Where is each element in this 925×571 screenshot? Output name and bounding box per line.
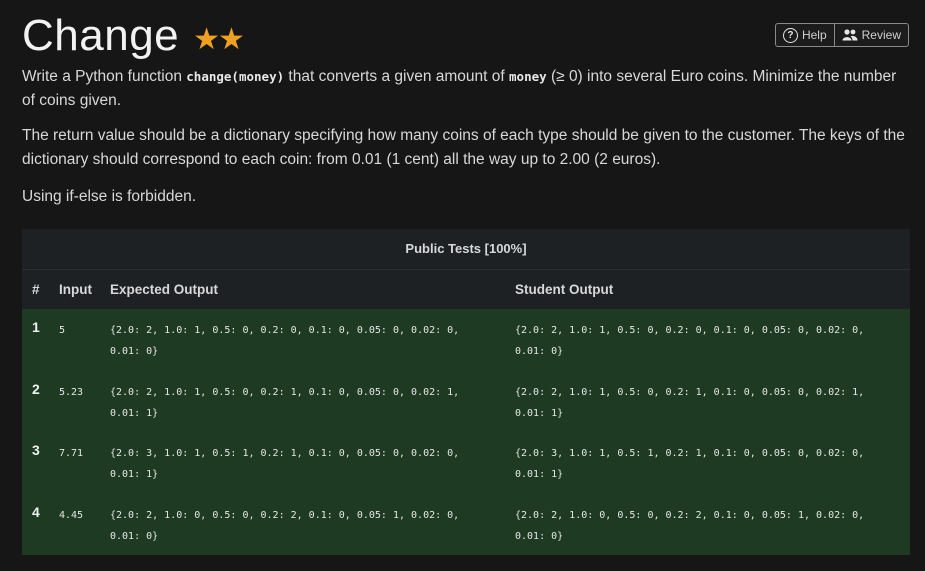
review-label: Review bbox=[861, 28, 901, 42]
table-row: 2 5.23 {2.0: 2, 1.0: 1, 0.5: 0, 0.2: 1, … bbox=[22, 371, 910, 433]
description-text: Write a Python function bbox=[22, 68, 187, 85]
public-tests-panel: Public Tests [100%] # Input Expected Out… bbox=[22, 229, 910, 555]
parameter-name: money bbox=[509, 69, 547, 84]
tests-table-header: # Input Expected Output Student Output bbox=[22, 270, 910, 309]
row-input: 5.23 bbox=[59, 386, 84, 398]
row-number: 1 bbox=[32, 319, 40, 335]
row-number: 4 bbox=[32, 503, 40, 520]
page-title: Change bbox=[22, 11, 180, 60]
table-row: 4 4.45 {2.0: 2, 1.0: 0, 0.5: 0, 0.2: 2, … bbox=[22, 494, 910, 556]
row-number: 2 bbox=[32, 380, 40, 397]
column-header-expected: Expected Output bbox=[110, 282, 219, 297]
description-paragraph-3: Using if-else is forbidden. bbox=[22, 188, 197, 205]
row-expected-output: {2.0: 2, 1.0: 1, 0.5: 0, 0.2: 1, 0.1: 0,… bbox=[110, 386, 460, 419]
function-signature: change(money) bbox=[186, 69, 285, 84]
tests-table-body: 1 5 {2.0: 2, 1.0: 1, 0.5: 0, 0.2: 0, 0.1… bbox=[22, 309, 910, 555]
row-expected-output: {2.0: 3, 1.0: 1, 0.5: 1, 0.2: 1, 0.1: 0,… bbox=[110, 448, 460, 480]
header-actions: ? Help Review bbox=[774, 23, 909, 47]
column-header-input: Input bbox=[59, 282, 92, 297]
header: Change ★★ bbox=[22, 8, 245, 64]
table-row: 3 7.71 {2.0: 3, 1.0: 1, 0.5: 1, 0.2: 1, … bbox=[22, 432, 910, 494]
row-student-output: {2.0: 2, 1.0: 1, 0.5: 0, 0.2: 1, 0.1: 0,… bbox=[515, 386, 865, 419]
row-input: 5 bbox=[59, 325, 66, 336]
table-row: 1 5 {2.0: 2, 1.0: 1, 0.5: 0, 0.2: 0, 0.1… bbox=[22, 309, 910, 371]
column-header-number: # bbox=[32, 282, 40, 297]
description-text: that converts a given amount of bbox=[284, 68, 510, 85]
description-paragraph-2: The return value should be a dictionary … bbox=[22, 127, 905, 168]
row-expected-output: {2.0: 2, 1.0: 0, 0.5: 0, 0.2: 2, 0.1: 0,… bbox=[110, 509, 460, 542]
row-input: 7.71 bbox=[59, 448, 84, 459]
question-circle-icon: ? bbox=[782, 27, 798, 43]
row-number: 3 bbox=[32, 442, 40, 458]
users-icon bbox=[842, 29, 858, 41]
row-student-output: {2.0: 3, 1.0: 1, 0.5: 1, 0.2: 1, 0.1: 0,… bbox=[515, 448, 865, 480]
review-button[interactable]: Review bbox=[834, 23, 909, 47]
column-header-student: Student Output bbox=[515, 282, 614, 297]
row-student-output: {2.0: 2, 1.0: 1, 0.5: 0, 0.2: 0, 0.1: 0,… bbox=[515, 325, 865, 357]
row-expected-output: {2.0: 2, 1.0: 1, 0.5: 0, 0.2: 0, 0.1: 0,… bbox=[110, 325, 460, 357]
difficulty-stars-icon: ★★ bbox=[193, 22, 245, 56]
tests-heading: Public Tests [100%] bbox=[22, 229, 910, 270]
help-label: Help bbox=[801, 28, 827, 42]
help-button[interactable]: ? Help bbox=[774, 23, 835, 47]
description-paragraph-1: Write a Python function change(money) th… bbox=[22, 65, 909, 113]
row-student-output: {2.0: 2, 1.0: 0, 0.5: 0, 0.2: 2, 0.1: 0,… bbox=[515, 509, 865, 542]
row-input: 4.45 bbox=[59, 509, 84, 521]
